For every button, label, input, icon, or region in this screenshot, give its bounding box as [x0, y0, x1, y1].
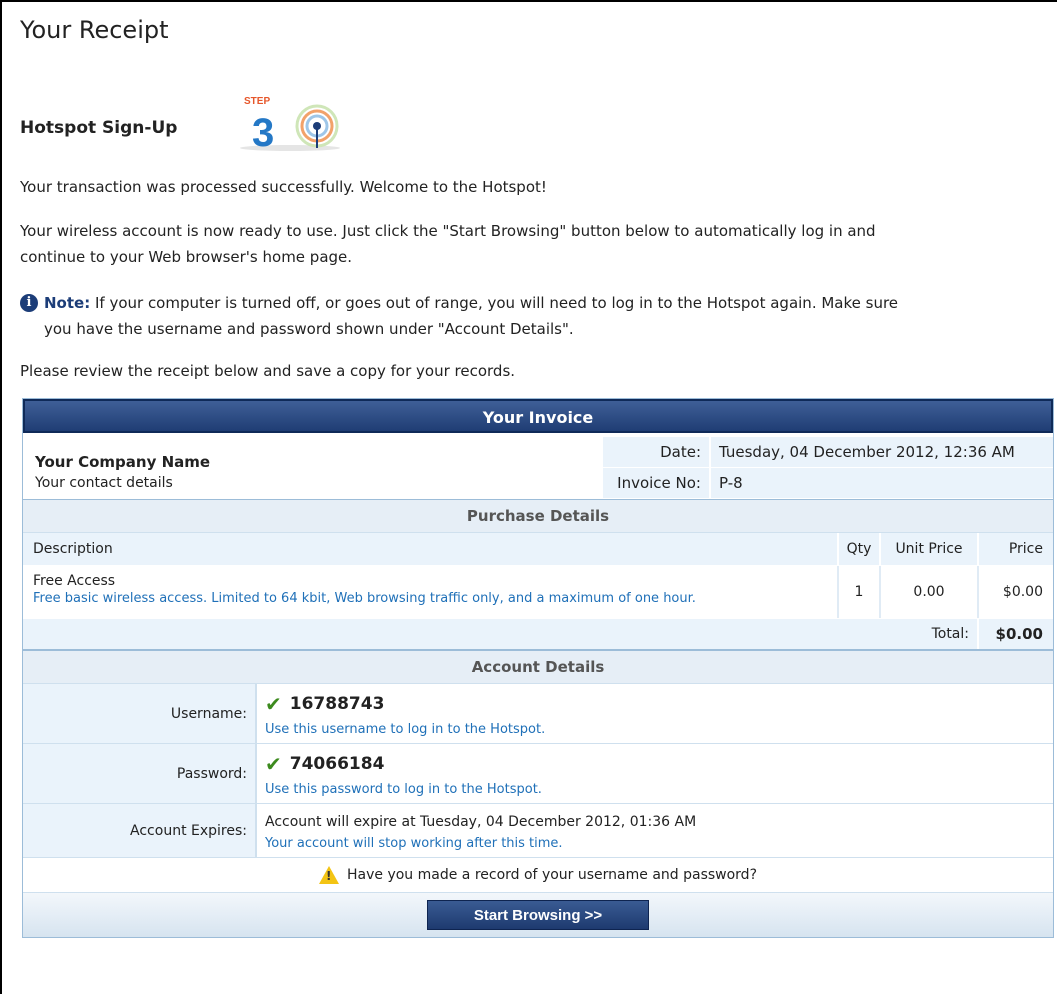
note-line1: If your computer is turned off, or goes …	[90, 294, 899, 312]
expires-hint: Your account will stop working after thi…	[265, 836, 563, 851]
purchase-details-title: Purchase Details	[23, 500, 1053, 533]
col-description: Description	[33, 541, 113, 557]
page-title: Your Receipt	[20, 16, 169, 44]
item-price: $0.00	[977, 566, 1053, 618]
date-value: Tuesday, 04 December 2012, 12:36 AM	[711, 437, 1053, 467]
password-row: Password: ✔ 74066184 Use this password t…	[23, 744, 1053, 804]
username-value: 16788743	[289, 694, 385, 714]
item-name: Free Access	[33, 573, 116, 589]
success-message: Your transaction was processed successfu…	[20, 178, 547, 196]
ready-message: Your wireless account is now ready to us…	[20, 218, 1049, 270]
invoice-meta: Date: Tuesday, 04 December 2012, 12:36 A…	[603, 437, 1053, 499]
date-label: Date:	[603, 437, 711, 467]
step-label: STEP	[244, 96, 270, 107]
total-label: Total:	[879, 619, 979, 649]
item-detail: Free basic wireless access. Limited to 6…	[33, 591, 696, 606]
password-hint: Use this password to log in to the Hotsp…	[265, 782, 542, 797]
warning-text: Have you made a record of your username …	[347, 867, 757, 883]
username-row: Username: ✔ 16788743 Use this username t…	[23, 684, 1053, 744]
button-bar: Start Browsing >>	[23, 893, 1053, 937]
purchase-table-header: Description Qty Unit Price Price	[23, 533, 1053, 566]
item-unit-price: 0.00	[879, 566, 977, 618]
item-qty: 1	[837, 566, 879, 618]
username-hint: Use this username to log in to the Hotsp…	[265, 722, 546, 737]
hotspot-signup-title: Hotspot Sign-Up	[20, 118, 178, 138]
company-name: Your Company Name	[35, 453, 211, 471]
expires-label: Account Expires:	[23, 804, 257, 857]
step-number: 3	[252, 111, 274, 154]
password-value: 74066184	[289, 754, 385, 774]
password-label: Password:	[23, 744, 257, 803]
warning-icon: !	[319, 866, 339, 884]
username-label: Username:	[23, 684, 257, 743]
expires-value: Account will expire at Tuesday, 04 Decem…	[265, 814, 697, 830]
company-contact: Your contact details	[35, 475, 173, 491]
invoice-no-value: P-8	[711, 468, 1053, 498]
invoice-no-row: Invoice No: P-8	[603, 468, 1053, 499]
col-qty: Qty	[837, 533, 879, 565]
ready-message-line2: continue to your Web browser's home page…	[20, 248, 353, 266]
total-row: Total: $0.00	[23, 618, 1053, 649]
step-3-icon: STEP 3	[240, 96, 340, 154]
table-row: Free Access Free basic wireless access. …	[23, 566, 1053, 618]
note-label: Note:	[44, 294, 91, 312]
col-price: Price	[977, 533, 1053, 565]
col-unit-price: Unit Price	[879, 533, 977, 565]
expires-row: Account Expires: Account will expire at …	[23, 804, 1053, 858]
check-icon: ✔	[265, 752, 282, 776]
company-block: Your Company Name Your contact details D…	[23, 433, 1053, 500]
start-browsing-button[interactable]: Start Browsing >>	[427, 900, 649, 930]
note-line2: you have the username and password shown…	[44, 320, 574, 338]
invoice-header: Your Invoice	[23, 399, 1053, 433]
date-row: Date: Tuesday, 04 December 2012, 12:36 A…	[603, 437, 1053, 468]
info-icon: i	[20, 294, 38, 312]
ready-message-line1: Your wireless account is now ready to us…	[20, 222, 876, 240]
invoice-no-label: Invoice No:	[603, 468, 711, 498]
check-icon: ✔	[265, 692, 282, 716]
total-value: $0.00	[995, 625, 1043, 643]
warning-row: ! Have you made a record of your usernam…	[23, 858, 1053, 893]
page-frame: Your Receipt Hotspot Sign-Up STEP 3 Your…	[0, 0, 1057, 994]
invoice-panel: Your Invoice Your Company Name Your cont…	[22, 398, 1054, 938]
review-message: Please review the receipt below and save…	[20, 362, 516, 380]
account-details-title: Account Details	[23, 649, 1053, 684]
